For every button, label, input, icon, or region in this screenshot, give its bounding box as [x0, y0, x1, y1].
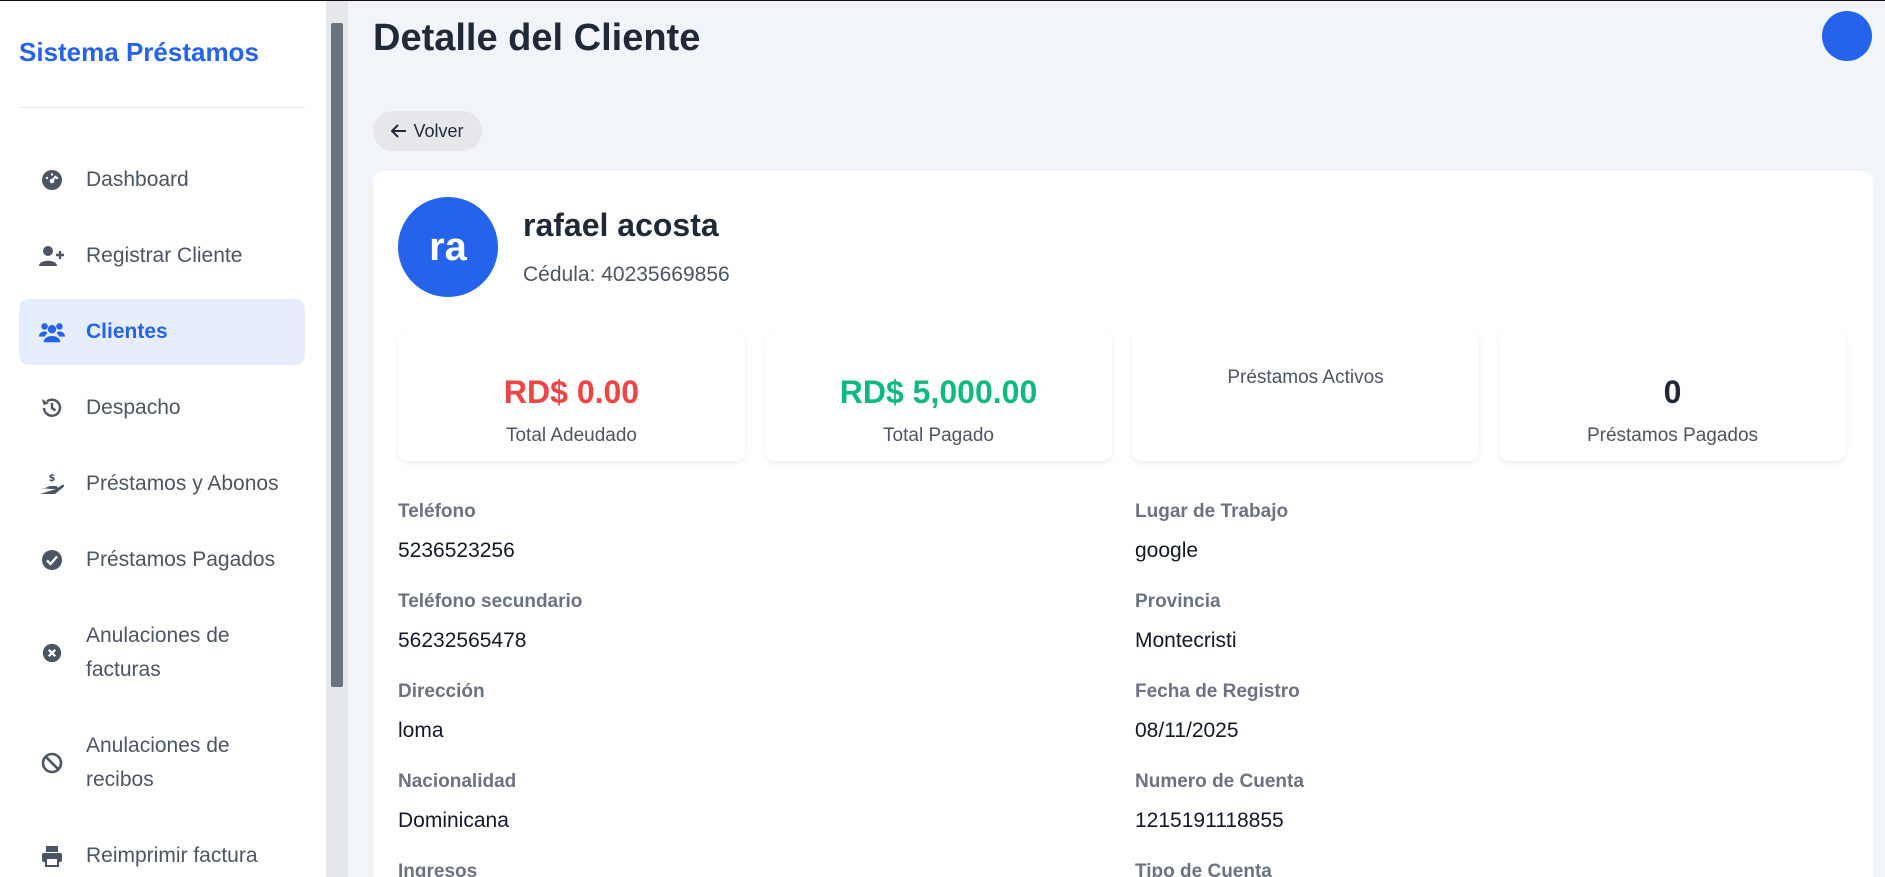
- stats-row: RD$ 0.00 Total Adeudado RD$ 5,000.00 Tot…: [398, 331, 1848, 461]
- field-value: loma: [398, 719, 444, 742]
- stat-value: 0: [1663, 374, 1682, 410]
- sidebar-item-label: Clientes: [86, 320, 168, 343]
- field-label: Fecha de Registro: [1135, 681, 1300, 702]
- sidebar-item-prestamos-abonos[interactable]: $ Préstamos y Abonos: [19, 451, 305, 517]
- stat-label: Préstamos Activos: [1227, 367, 1384, 388]
- sidebar-item-label: Dashboard: [86, 168, 189, 191]
- history-icon: [39, 395, 65, 421]
- svg-text:$: $: [49, 473, 56, 484]
- sidebar-item-anulaciones-recibos[interactable]: Anulaciones de recibos: [19, 713, 305, 813]
- stat-value: RD$ 5,000.00: [839, 374, 1038, 410]
- brand-title[interactable]: Sistema Préstamos: [19, 37, 259, 68]
- sidebar-item-clientes[interactable]: Clientes: [19, 299, 305, 365]
- back-button-label: Volver: [413, 120, 464, 141]
- sidebar-item-prestamos-pagados[interactable]: Préstamos Pagados: [19, 527, 305, 593]
- stat-label: Total Adeudado: [505, 425, 637, 446]
- field-label: Teléfono secundario: [398, 591, 583, 612]
- stat-value: RD$ 0.00: [503, 374, 640, 410]
- sidebar-item-label: Reimprimir factura: [86, 844, 258, 867]
- field-value: 1215191118855: [1135, 809, 1284, 832]
- stat-label: Préstamos Pagados: [1586, 425, 1759, 446]
- ban-icon: [39, 750, 65, 776]
- stat-total-pagado: RD$ 5,000.00 Total Pagado: [765, 331, 1112, 461]
- field-value: google: [1135, 539, 1199, 562]
- field-value: Montecristi: [1135, 629, 1237, 652]
- field-ingresos: Ingresos: [398, 861, 1098, 877]
- sidebar-nav: Dashboard Registrar Cliente Clientes Des…: [19, 147, 305, 877]
- sidebar-divider: [19, 107, 305, 108]
- user-avatar[interactable]: [1822, 11, 1872, 61]
- x-circle-icon: [39, 640, 65, 666]
- page-title: Detalle del Cliente: [373, 17, 701, 59]
- sidebar: Sistema Préstamos Dashboard Registrar Cl…: [0, 1, 326, 877]
- back-button[interactable]: Volver: [373, 111, 482, 151]
- hand-dollar-icon: $: [39, 471, 65, 497]
- field-telefono-secundario: Teléfono secundario 56232565478: [398, 591, 1098, 653]
- user-plus-icon: [39, 243, 65, 269]
- stat-prestamos-activos: Préstamos Activos: [1132, 331, 1479, 461]
- sidebar-item-label: Préstamos y Abonos: [86, 472, 279, 495]
- field-label: Ingresos: [398, 861, 478, 877]
- stat-label: Total Pagado: [883, 425, 994, 446]
- sidebar-item-label: Registrar Cliente: [86, 244, 243, 267]
- field-label: Teléfono: [398, 501, 476, 522]
- arrow-left-icon: [391, 124, 407, 138]
- field-label: Numero de Cuenta: [1135, 771, 1304, 792]
- stat-prestamos-pagados: 0 Préstamos Pagados: [1499, 331, 1846, 461]
- field-value: 56232565478: [398, 629, 527, 652]
- client-name: rafael acosta: [523, 207, 719, 243]
- sidebar-item-dashboard[interactable]: Dashboard: [19, 147, 305, 213]
- field-value: Dominicana: [398, 809, 509, 832]
- sidebar-item-label: Despacho: [86, 396, 181, 419]
- sidebar-item-anulaciones-facturas[interactable]: Anulaciones de facturas: [19, 603, 305, 703]
- field-nacionalidad: Nacionalidad Dominicana: [398, 771, 1098, 833]
- sidebar-item-label: Anulaciones de recibos: [86, 734, 230, 791]
- field-value: 5236523256: [398, 539, 515, 562]
- sidebar-item-label: Préstamos Pagados: [86, 548, 276, 571]
- field-label: Tipo de Cuenta: [1135, 861, 1272, 877]
- printer-icon: [39, 843, 65, 869]
- stat-total-adeudado: RD$ 0.00 Total Adeudado: [398, 331, 745, 461]
- sidebar-item-label: Anulaciones de facturas: [86, 624, 230, 681]
- field-label: Lugar de Trabajo: [1135, 501, 1289, 522]
- field-fecha-de-registro: Fecha de Registro 08/11/2025: [1135, 681, 1835, 743]
- field-provincia: Provincia Montecristi: [1135, 591, 1835, 653]
- client-avatar: ra: [398, 197, 498, 297]
- client-id-number: Cédula: 40235669856: [523, 263, 730, 286]
- sidebar-scrollbar-thumb[interactable]: [331, 23, 343, 687]
- field-tipo-de-cuenta: Tipo de Cuenta: [1135, 861, 1835, 877]
- field-lugar-de-trabajo: Lugar de Trabajo google: [1135, 501, 1835, 563]
- sidebar-item-despacho[interactable]: Despacho: [19, 375, 305, 441]
- sidebar-item-registrar-cliente[interactable]: Registrar Cliente: [19, 223, 305, 289]
- users-icon: [39, 319, 65, 345]
- sidebar-item-reimprimir-factura[interactable]: Reimprimir factura: [19, 823, 305, 877]
- field-label: Nacionalidad: [398, 771, 517, 792]
- client-detail-card: ra rafael acosta Cédula: 40235669856 RD$…: [373, 171, 1873, 877]
- field-numero-de-cuenta: Numero de Cuenta 1215191118855: [1135, 771, 1835, 833]
- field-label: Provincia: [1135, 591, 1221, 612]
- check-circle-icon: [39, 547, 65, 573]
- field-direccion: Dirección loma: [398, 681, 1098, 743]
- field-value: 08/11/2025: [1135, 719, 1239, 742]
- dashboard-gauge-icon: [39, 167, 65, 193]
- field-label: Dirección: [398, 681, 485, 702]
- field-telefono: Teléfono 5236523256: [398, 501, 1098, 563]
